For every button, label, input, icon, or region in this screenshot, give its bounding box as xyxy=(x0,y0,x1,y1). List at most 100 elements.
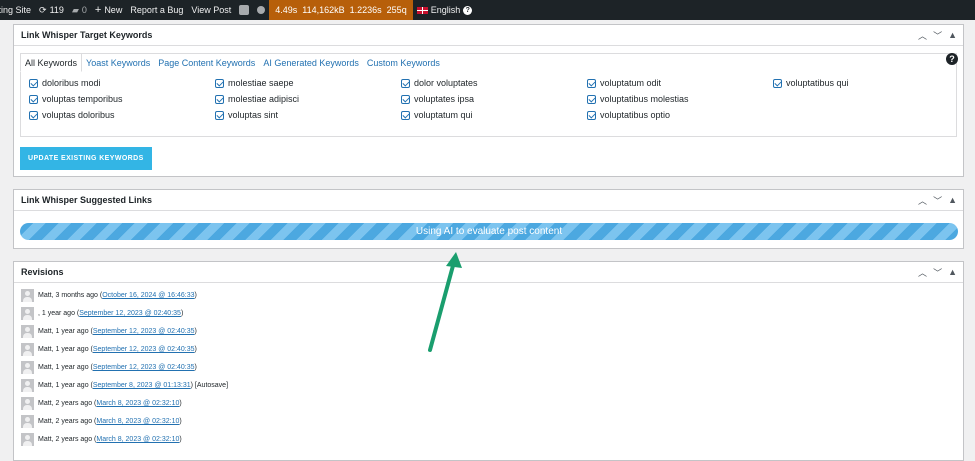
keyword-item[interactable]: voluptates ipsa xyxy=(401,94,474,104)
view-post-link[interactable]: View Post xyxy=(187,0,235,20)
revision-date-link[interactable]: September 12, 2023 @ 02:40:35 xyxy=(93,328,195,335)
collapse-toggle-icon[interactable]: ▲ xyxy=(948,267,957,277)
revision-date-link[interactable]: March 8, 2023 @ 02:32:10 xyxy=(96,418,179,425)
keyword-checkbox[interactable] xyxy=(587,94,596,104)
keyword-item[interactable]: voluptas doloribus xyxy=(29,110,115,120)
revision-item: , 1 year ago (September 12, 2023 @ 02:40… xyxy=(21,307,183,320)
move-down-icon[interactable]: ﹀ xyxy=(933,29,942,42)
avatar-icon xyxy=(21,325,34,338)
tab-page-content-keywords[interactable]: Page Content Keywords xyxy=(154,54,259,72)
revision-date-link[interactable]: September 12, 2023 @ 02:40:35 xyxy=(93,346,195,353)
revision-author: Matt, 3 months ago ( xyxy=(38,292,103,299)
tab-custom-keywords[interactable]: Custom Keywords xyxy=(363,54,444,72)
move-up-icon[interactable]: ︿ xyxy=(918,194,927,207)
suggested-links-header: Link Whisper Suggested Links ︿ ﹀ ▲ xyxy=(14,190,963,211)
keyword-label: voluptas temporibus xyxy=(42,94,123,104)
revision-item: Matt, 3 months ago (October 16, 2024 @ 1… xyxy=(21,289,197,302)
move-down-icon[interactable]: ﹀ xyxy=(933,194,942,207)
keyword-checkbox[interactable] xyxy=(29,110,38,120)
revision-suffix: ) [Autosave] xyxy=(190,382,229,389)
keyword-item[interactable]: voluptatibus qui xyxy=(773,78,849,88)
move-up-icon[interactable]: ︿ xyxy=(918,266,927,279)
keyword-checkbox[interactable] xyxy=(215,110,224,120)
revision-date-link[interactable]: March 8, 2023 @ 02:32:10 xyxy=(96,400,179,407)
revision-date-link[interactable]: September 8, 2023 @ 01:13:31 xyxy=(93,382,191,389)
new-content-link[interactable]: + New xyxy=(91,0,126,20)
avatar-icon xyxy=(21,379,34,392)
admin-bar: sting Site ⟳ 119 ▰ 0 + New Report a Bug … xyxy=(0,0,975,20)
tab-all-keywords[interactable]: All Keywords xyxy=(20,53,83,72)
keyword-item[interactable]: dolor voluptates xyxy=(401,78,478,88)
avatar-icon xyxy=(21,397,34,410)
move-up-icon[interactable]: ︿ xyxy=(918,29,927,42)
update-keywords-button[interactable]: UPDATE EXISTING KEYWORDS xyxy=(20,147,152,170)
revisions-header: Revisions ︿ ﹀ ▲ xyxy=(14,262,963,283)
revision-suffix: ) xyxy=(194,364,197,371)
keyword-checkbox[interactable] xyxy=(401,110,410,120)
language-switcher[interactable]: English ? xyxy=(413,0,477,20)
revision-item: Matt, 2 years ago (March 8, 2023 @ 02:32… xyxy=(21,415,182,428)
circle-icon xyxy=(257,6,266,14)
report-bug-link[interactable]: Report a Bug xyxy=(126,0,187,20)
keyword-tabs: All Keywords Yoast Keywords Page Content… xyxy=(20,53,444,72)
keyword-checkbox[interactable] xyxy=(215,78,224,88)
query-monitor-menu[interactable]: 4.49s 114,162kB 1.2236s 255q xyxy=(269,0,413,20)
updates-link[interactable]: ⟳ 119 xyxy=(35,0,68,20)
keyword-item[interactable]: voluptas temporibus xyxy=(29,94,123,104)
keyword-item[interactable]: doloribus modi xyxy=(29,78,101,88)
tab-yoast-keywords[interactable]: Yoast Keywords xyxy=(82,54,154,72)
avatar-icon xyxy=(21,415,34,428)
revision-date-link[interactable]: September 12, 2023 @ 02:40:35 xyxy=(79,310,181,317)
site-name-link[interactable]: sting Site xyxy=(0,0,35,20)
revision-author: Matt, 1 year ago ( xyxy=(38,346,93,353)
avatar-icon xyxy=(21,343,34,356)
keyword-checkbox[interactable] xyxy=(29,78,38,88)
keyword-checkbox[interactable] xyxy=(215,94,224,104)
revision-date-link[interactable]: October 16, 2024 @ 16:46:33 xyxy=(102,292,194,299)
box-controls: ︿ ﹀ ▲ xyxy=(918,266,957,279)
revision-date-link[interactable]: March 8, 2023 @ 02:32:10 xyxy=(96,436,179,443)
keyword-item[interactable]: voluptatum odit xyxy=(587,78,661,88)
keyword-label: voluptatum odit xyxy=(600,78,662,88)
keyword-checkbox[interactable] xyxy=(29,94,38,104)
comments-link[interactable]: ▰ 0 xyxy=(68,0,91,20)
yoast-menu[interactable] xyxy=(235,0,253,20)
keyword-checkbox[interactable] xyxy=(401,94,410,104)
revision-suffix: ) xyxy=(180,310,184,317)
revision-suffix: ) xyxy=(179,400,182,407)
uk-flag-icon xyxy=(416,6,428,14)
progress-text: Using AI to evaluate post content xyxy=(415,226,563,237)
avatar-icon xyxy=(21,289,34,302)
help-question-icon[interactable]: ? xyxy=(946,53,958,65)
keyword-checkbox[interactable] xyxy=(773,78,782,88)
keyword-item[interactable]: voluptatibus molestias xyxy=(587,94,689,104)
revision-text: Matt, 3 months ago (October 16, 2024 @ 1… xyxy=(38,292,197,299)
revision-author: Matt, 1 year ago ( xyxy=(38,328,93,335)
move-down-icon[interactable]: ﹀ xyxy=(933,266,942,279)
language-label: English xyxy=(430,5,461,15)
revision-author: , 1 year ago ( xyxy=(38,310,80,317)
keyword-item[interactable]: molestiae saepe xyxy=(215,78,294,88)
keyword-item[interactable]: voluptatum qui xyxy=(401,110,473,120)
revision-item: Matt, 2 years ago (March 8, 2023 @ 02:32… xyxy=(21,397,182,410)
keyword-checkbox[interactable] xyxy=(587,78,596,88)
keyword-item[interactable]: molestiae adipisci xyxy=(215,94,299,104)
status-dot xyxy=(253,0,269,20)
revision-text: Matt, 2 years ago (March 8, 2023 @ 02:32… xyxy=(38,418,182,425)
keyword-item[interactable]: voluptatibus optio xyxy=(587,110,670,120)
keyword-item[interactable]: voluptas sint xyxy=(215,110,278,120)
keyword-checkbox[interactable] xyxy=(587,110,596,120)
keyword-label: voluptas sint xyxy=(228,110,279,120)
revision-text: Matt, 1 year ago (September 12, 2023 @ 0… xyxy=(38,364,197,371)
keywords-panel: All Keywords Yoast Keywords Page Content… xyxy=(20,53,957,137)
keyword-checkbox[interactable] xyxy=(401,78,410,88)
collapse-toggle-icon[interactable]: ▲ xyxy=(948,195,957,205)
revision-date-link[interactable]: September 12, 2023 @ 02:40:35 xyxy=(93,364,195,371)
box-controls: ︿ ﹀ ▲ xyxy=(918,29,957,42)
keyword-label: doloribus modi xyxy=(42,78,101,88)
avatar-icon xyxy=(21,307,34,320)
revision-text: Matt, 2 years ago (March 8, 2023 @ 02:32… xyxy=(38,436,182,443)
tab-ai-generated-keywords[interactable]: AI Generated Keywords xyxy=(259,54,363,72)
collapse-toggle-icon[interactable]: ▲ xyxy=(948,30,957,40)
revision-text: , 1 year ago (September 12, 2023 @ 02:40… xyxy=(38,310,183,317)
